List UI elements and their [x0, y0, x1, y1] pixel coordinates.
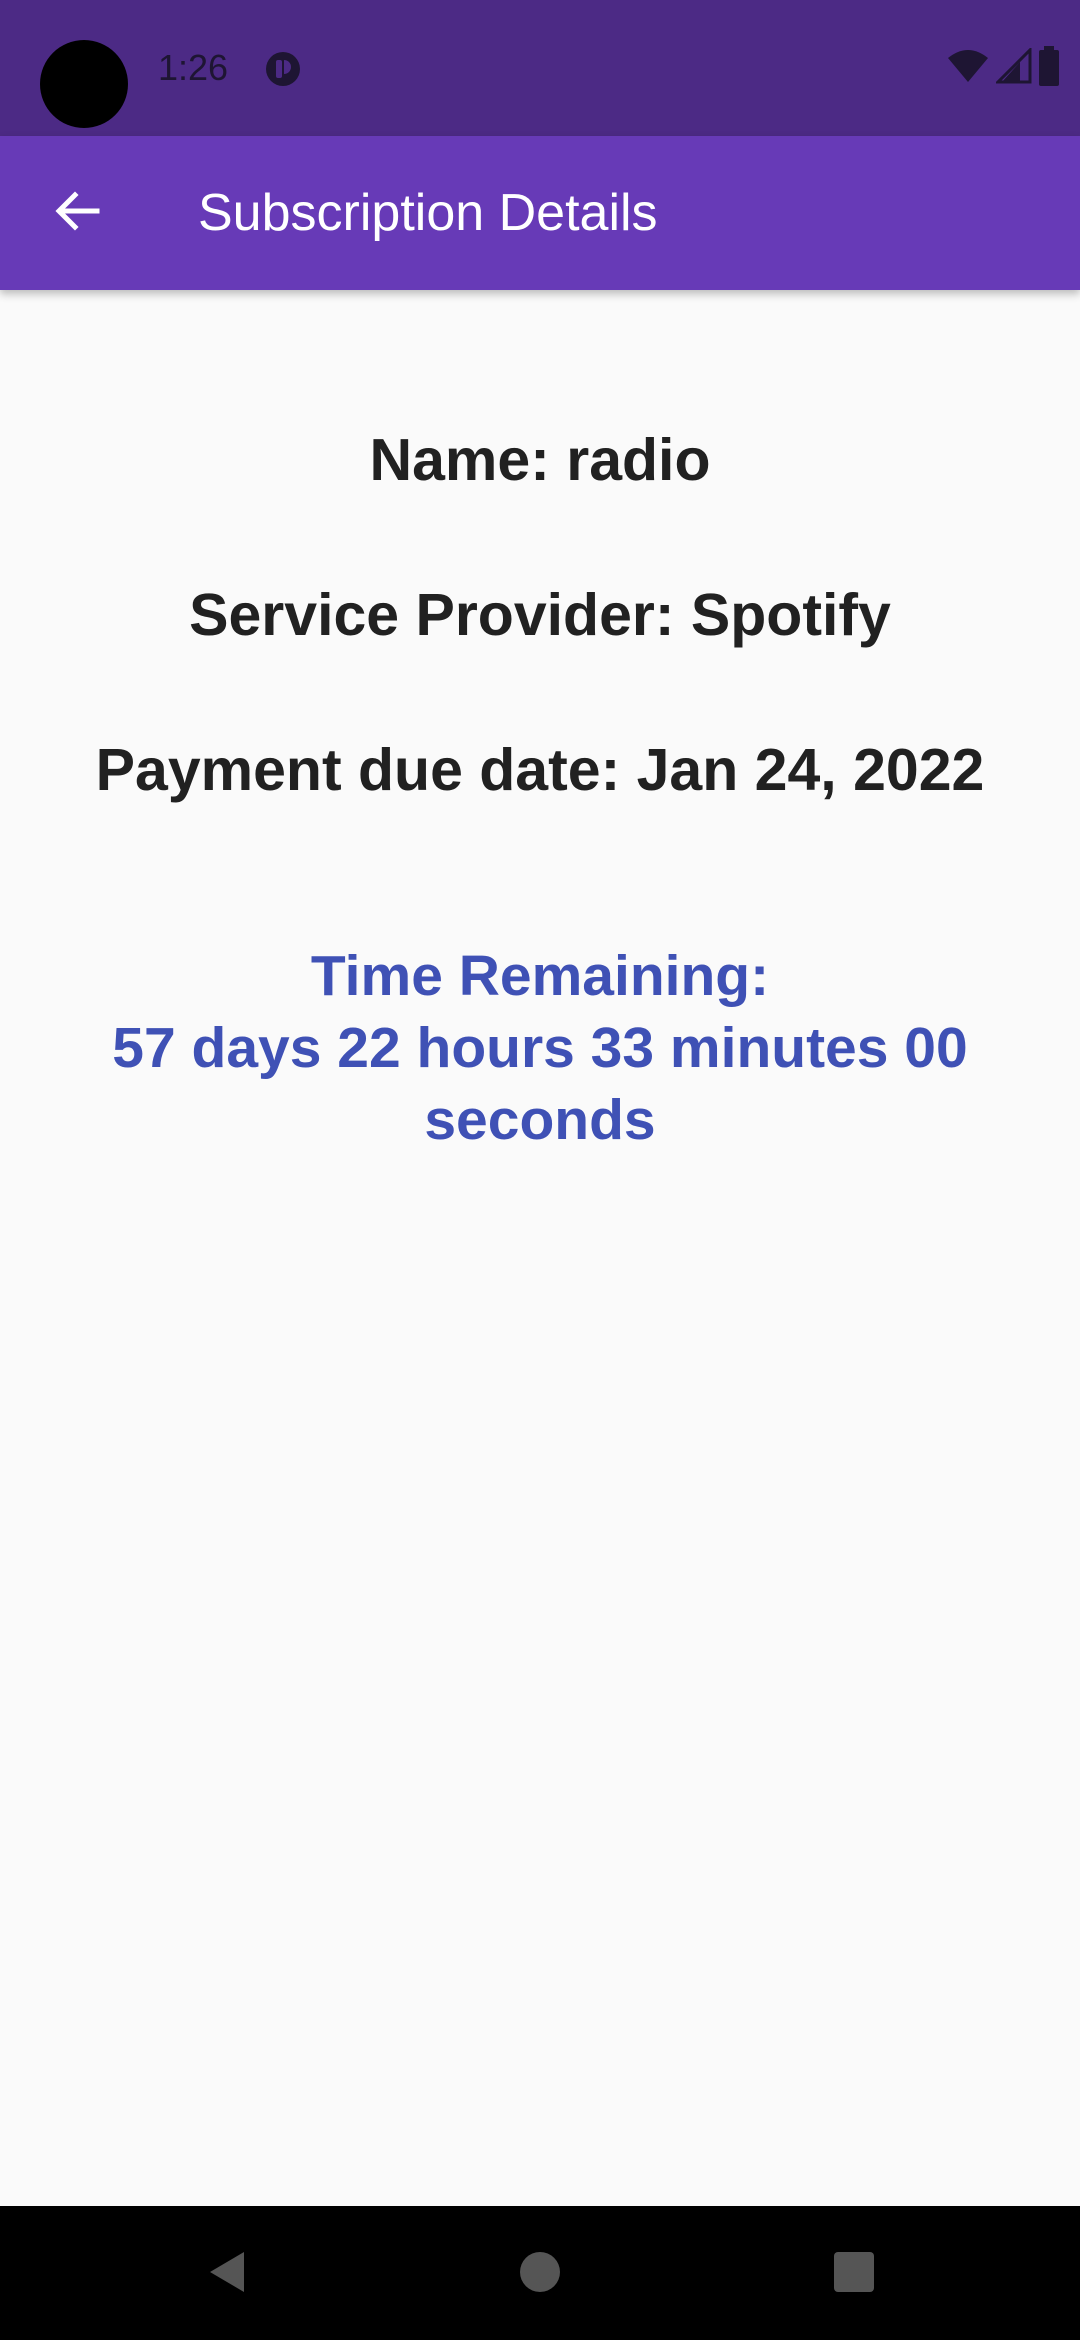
nav-back-button[interactable]: [198, 2246, 254, 2302]
subscription-details: Name: radio Service Provider: Spotify Pa…: [0, 290, 1080, 2206]
time-remaining: Time Remaining: 57 days 22 hours 33 minu…: [80, 940, 1000, 1156]
cell-signal-icon: [994, 45, 1032, 89]
battery-icon: [1038, 45, 1060, 91]
nav-recents-button[interactable]: [826, 2246, 882, 2302]
arrow-back-icon: [53, 187, 101, 240]
camera-cutout: [40, 40, 128, 128]
status-icons: [946, 45, 1060, 91]
back-triangle-icon: [204, 2248, 248, 2301]
back-button[interactable]: [36, 172, 118, 254]
nav-home-button[interactable]: [512, 2246, 568, 2302]
time-remaining-heading: Time Remaining:: [310, 944, 770, 1008]
home-circle-icon: [518, 2250, 562, 2299]
page-title: Subscription Details: [198, 184, 658, 242]
navigation-bar: [0, 2206, 1080, 2340]
subscription-name: Name: radio: [369, 427, 711, 493]
status-bar: 1:26: [0, 0, 1080, 136]
payment-due-date: Payment due date: Jan 24, 2022: [95, 737, 985, 803]
recents-square-icon: [832, 2250, 876, 2299]
wifi-icon: [946, 48, 990, 89]
app-bar: Subscription Details: [0, 136, 1080, 290]
status-time: 1:26: [158, 47, 229, 88]
service-provider: Service Provider: Spotify: [189, 582, 891, 648]
time-remaining-value: 57 days 22 hours 33 minutes 00 seconds: [112, 1016, 968, 1152]
app-notification-icon: [264, 50, 302, 88]
